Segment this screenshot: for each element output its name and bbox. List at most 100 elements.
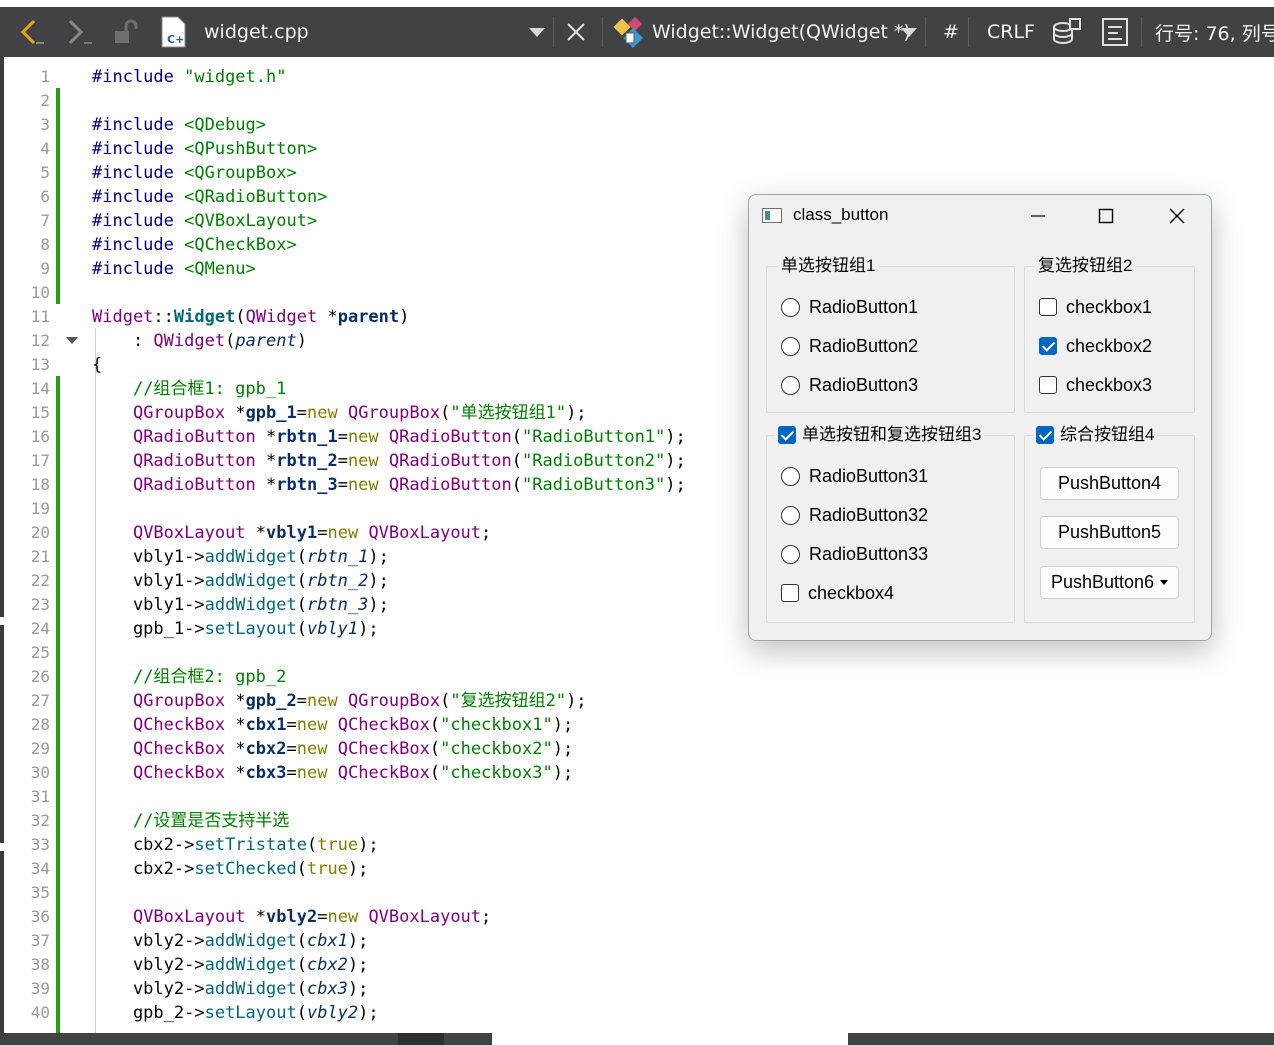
code-line[interactable]: QGroupBox *gpb_1=new QGroupBox("单选按钮组1")…: [92, 401, 587, 425]
window-titlebar[interactable]: class_button: [749, 195, 1211, 237]
symbol-dropdown-button[interactable]: [900, 7, 918, 57]
code-token: <QPushButton>: [184, 139, 318, 159]
file-name[interactable]: widget.cpp: [204, 21, 309, 43]
close-window-button[interactable]: [1154, 199, 1200, 233]
code-line[interactable]: vbly1->addWidget(rbtn_3);: [92, 593, 389, 617]
code-line[interactable]: cbx2->setChecked(true);: [92, 857, 368, 881]
code-line[interactable]: #include <QDebug>: [92, 113, 266, 137]
code-token: setTristate: [194, 835, 307, 855]
radio-label: RadioButton32: [809, 505, 929, 525]
code-line[interactable]: //组合框2: gpb_2: [92, 665, 286, 689]
file-dropdown-button[interactable]: [528, 7, 546, 57]
close-icon: [567, 23, 585, 41]
code-line[interactable]: QCheckBox *cbx2=new QCheckBox("checkbox2…: [92, 737, 573, 761]
radio-button-31[interactable]: RadioButton31: [781, 464, 928, 488]
code-token: "widget.h": [184, 67, 287, 87]
code-line[interactable]: QRadioButton *rbtn_1=new QRadioButton("R…: [92, 425, 686, 449]
code-line[interactable]: vbly1->addWidget(rbtn_2);: [92, 569, 389, 593]
code-token: QCheckBox: [132, 715, 226, 735]
forward-button[interactable]: [62, 7, 96, 57]
maximize-button[interactable]: [1083, 199, 1129, 233]
code-line[interactable]: Widget::Widget(QWidget *parent): [92, 305, 409, 329]
code-token: =: [337, 427, 348, 447]
lock-button[interactable]: [110, 7, 140, 57]
bottom-bar: [0, 1033, 1274, 1045]
cursor-position[interactable]: 行号: 76, 列号:: [1155, 19, 1274, 46]
code-line[interactable]: #include <QVBoxLayout>: [92, 209, 317, 233]
minimize-button[interactable]: [1015, 199, 1061, 233]
code-token: new: [296, 715, 328, 735]
code-line[interactable]: //组合框1: gpb_1: [92, 377, 286, 401]
code-line[interactable]: #include <QCheckBox>: [92, 233, 297, 257]
radio-indicator: [781, 375, 800, 395]
code-token: (: [225, 331, 236, 351]
code-token: (: [296, 1003, 307, 1023]
line-number: 14: [30, 379, 50, 398]
checkbox-1[interactable]: checkbox1: [1039, 295, 1152, 319]
checkbox-4[interactable]: checkbox4: [781, 581, 894, 605]
code-token: QRadioButton: [388, 475, 512, 495]
code-line[interactable]: QCheckBox *cbx3=new QCheckBox("checkbox3…: [92, 761, 573, 785]
code-line[interactable]: vbly1->addWidget(rbtn_1);: [92, 545, 389, 569]
code-line[interactable]: #include <QMenu>: [92, 257, 256, 281]
code-line[interactable]: QVBoxLayout *vbly2=new QVBoxLayout;: [92, 905, 491, 929]
code-token: vbly1->: [92, 571, 205, 591]
push-button-4[interactable]: PushButton4: [1040, 467, 1179, 500]
code-token: QWidget: [245, 307, 318, 327]
code-line[interactable]: {: [92, 353, 102, 377]
code-line[interactable]: #include "widget.h": [92, 65, 286, 89]
fold-arrow-icon[interactable]: [66, 337, 78, 344]
code-line[interactable]: QRadioButton *rbtn_2=new QRadioButton("R…: [92, 449, 686, 473]
code-line[interactable]: gpb_2->setLayout(vbly2);: [92, 1001, 379, 1025]
code-token: <QVBoxLayout>: [184, 211, 318, 231]
code-line[interactable]: //设置是否支持半选: [92, 809, 289, 833]
code-token: *: [225, 715, 246, 735]
code-line[interactable]: QVBoxLayout *vbly1=new QVBoxLayout;: [92, 521, 491, 545]
code-line[interactable]: cbx2->setTristate(true);: [92, 833, 379, 857]
radio-button-33[interactable]: RadioButton33: [781, 542, 928, 566]
radio-button-3[interactable]: RadioButton3: [781, 373, 918, 397]
hash-button[interactable]: #: [943, 21, 959, 43]
code-line[interactable]: QCheckBox *cbx1=new QCheckBox("checkbox1…: [92, 713, 573, 737]
code-token: );: [368, 571, 389, 591]
radio-button-1[interactable]: RadioButton1: [781, 295, 918, 319]
push-button-5[interactable]: PushButton5: [1040, 516, 1179, 549]
database-button[interactable]: [1050, 7, 1084, 57]
code-token: QRadioButton: [388, 451, 512, 471]
code-line[interactable]: #include <QRadioButton>: [92, 185, 327, 209]
code-token: QRadioButton: [132, 427, 256, 447]
code-token: gpb_1: [245, 403, 297, 423]
code-token: gpb_1->: [92, 619, 205, 639]
code-line[interactable]: vbly2->addWidget(cbx1);: [92, 929, 368, 953]
group-4-checkbox[interactable]: 综合按钮组4: [1033, 424, 1158, 446]
code-token: "RadioButton2": [521, 451, 666, 471]
code-token: setChecked: [194, 859, 297, 879]
code-line[interactable]: #include <QGroupBox>: [92, 161, 297, 185]
code-line[interactable]: : QWidget(parent): [92, 329, 307, 353]
code-token: (: [235, 307, 246, 327]
code-line[interactable]: vbly2->addWidget(cbx3);: [92, 977, 368, 1001]
line-ending-selector[interactable]: CRLF: [987, 21, 1035, 43]
back-button[interactable]: [14, 7, 48, 57]
line-number: 22: [30, 571, 50, 590]
group-3-checkbox[interactable]: 单选按钮和复选按钮组3: [775, 424, 985, 446]
code-line[interactable]: QRadioButton *rbtn_3=new QRadioButton("R…: [92, 473, 686, 497]
checkbox-3[interactable]: checkbox3: [1039, 373, 1152, 397]
symbol-selector[interactable]: Widget::Widget(QWidget *): [652, 21, 911, 43]
checkbox-2[interactable]: checkbox2: [1039, 334, 1152, 358]
close-document-button[interactable]: [565, 7, 587, 57]
radio-button-32[interactable]: RadioButton32: [781, 503, 928, 527]
code-line[interactable]: #include <QPushButton>: [92, 137, 317, 161]
code-token: vbly1: [306, 619, 359, 639]
line-number-gutter: 1 2 3 4 5 6 7 8 9 10 11 12 13 14 15 16 17 18 19 20 21 22 23 24 2…: [4, 57, 84, 1033]
code-line[interactable]: vbly2->addWidget(cbx2);: [92, 953, 368, 977]
radio-button-2[interactable]: RadioButton2: [781, 334, 918, 358]
code-token: ): [296, 331, 307, 351]
code-line[interactable]: gpb_1->setLayout(vbly1);: [92, 617, 379, 641]
code-token: (: [296, 931, 307, 951]
outline-button[interactable]: [1100, 7, 1130, 57]
code-line[interactable]: QGroupBox *gpb_2=new QGroupBox("复选按钮组2")…: [92, 689, 587, 713]
push-button-6-menu[interactable]: PushButton6: [1040, 566, 1179, 599]
